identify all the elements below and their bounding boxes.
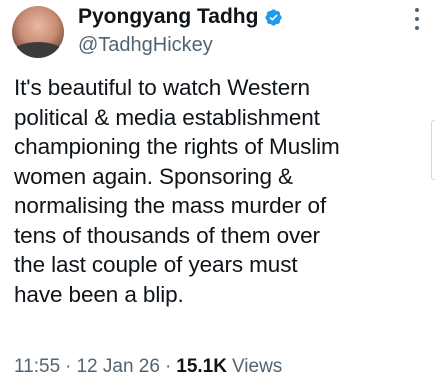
tweet-header: Pyongyang Tadhg @TadhgHickey: [78, 4, 283, 57]
verified-badge-icon[interactable]: [264, 8, 283, 27]
handle[interactable]: @TadhgHickey: [78, 34, 283, 57]
tweet-text: It's beautiful to watch Western politica…: [14, 75, 340, 307]
tweet-meta: 11:55 · 12 Jan 26 · 15.1K Views: [14, 356, 282, 378]
meta-separator: ·: [65, 356, 72, 377]
tweet-date[interactable]: 12 Jan 26: [76, 356, 159, 378]
tweet: Pyongyang Tadhg @TadhgHickey It's beauti…: [0, 0, 435, 389]
meta-separator: ·: [164, 356, 172, 377]
tweet-time[interactable]: 11:55: [14, 356, 60, 378]
more-options-icon[interactable]: [415, 8, 419, 30]
views-count[interactable]: 15.1K: [176, 356, 227, 378]
display-name[interactable]: Pyongyang Tadhg: [78, 5, 258, 29]
avatar-shirt: [12, 42, 64, 58]
views-label: Views: [231, 356, 283, 377]
scroll-edge-indicator: [431, 120, 435, 180]
name-row: Pyongyang Tadhg: [78, 4, 283, 30]
avatar[interactable]: [12, 6, 64, 58]
